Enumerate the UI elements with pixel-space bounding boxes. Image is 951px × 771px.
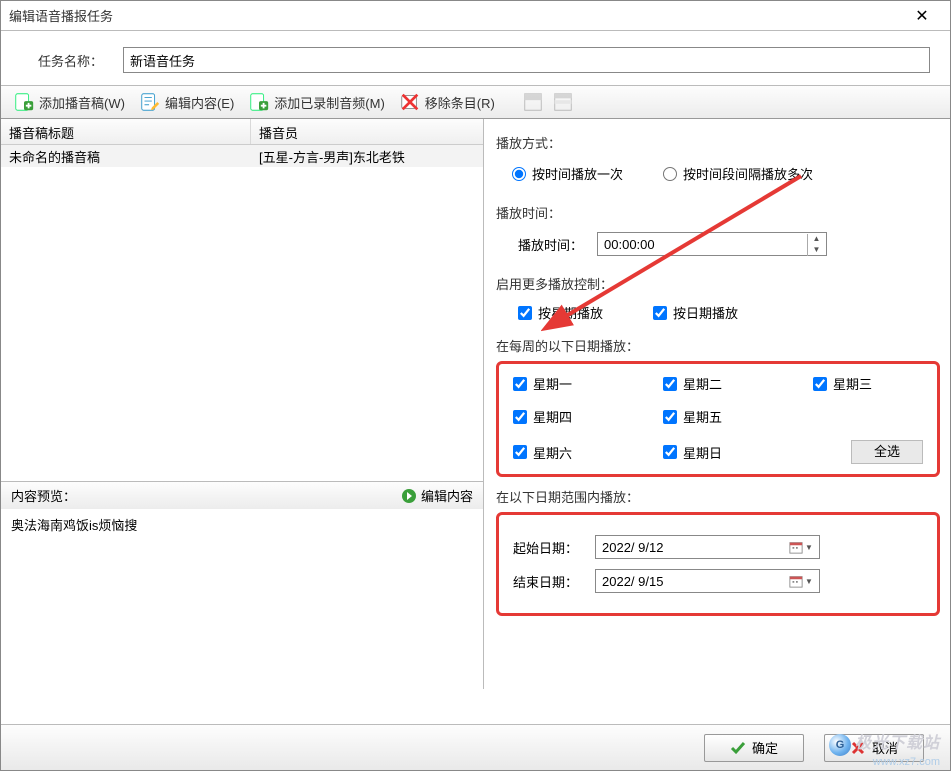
end-date-value[interactable] <box>602 574 813 589</box>
radio-repeat[interactable]: 按时间段间隔播放多次 <box>663 164 813 183</box>
preview-edit-button[interactable]: 编辑内容 <box>401 486 473 505</box>
start-date-row: 起始日期： ▼ <box>513 535 923 559</box>
chk-thu[interactable]: 星期四 <box>513 407 663 426</box>
list-header: 播音稿标题 播音员 <box>1 119 483 145</box>
play-time-value[interactable] <box>604 237 820 252</box>
chk-tue[interactable]: 星期二 <box>663 374 813 393</box>
check-icon <box>730 740 746 756</box>
watermark-logo-icon: G <box>829 734 851 756</box>
view-large-icon[interactable] <box>519 90 547 114</box>
watermark-line2: www.xz7.com <box>873 756 940 768</box>
start-date-picker[interactable]: ▼ <box>785 538 817 556</box>
left-pane: 播音稿标题 播音员 未命名的播音稿 [五星-方言-男声]东北老铁 内容预览： 编… <box>1 119 484 689</box>
toolbar: 添加播音稿(W) 编辑内容(E) 添加已录制音频(M) 移除条目(R) <box>1 85 950 119</box>
remove-icon <box>399 91 421 113</box>
chk-fri[interactable]: 星期五 <box>663 407 813 426</box>
start-date-label: 起始日期： <box>513 538 583 557</box>
spin-up-icon[interactable]: ▲ <box>808 234 825 245</box>
chevron-down-icon: ▼ <box>805 543 813 552</box>
chevron-down-icon: ▼ <box>805 577 813 586</box>
time-spinner[interactable]: ▲▼ <box>807 234 825 256</box>
middle-area: 播音稿标题 播音员 未命名的播音稿 [五星-方言-男声]东北老铁 内容预览： 编… <box>1 119 950 689</box>
remove-item-button[interactable]: 移除条目(R) <box>393 88 501 116</box>
chk-by-date-input[interactable] <box>653 306 667 320</box>
chk-by-date-label: 按日期播放 <box>673 303 738 322</box>
chk-wed[interactable]: 星期三 <box>813 374 923 393</box>
watermark-line1: 极光下载站 <box>855 735 940 752</box>
radio-once[interactable]: 按时间播放一次 <box>512 164 623 183</box>
start-date-value[interactable] <box>602 540 813 555</box>
preview-edit-label: 编辑内容 <box>421 486 473 505</box>
chk-by-date[interactable]: 按日期播放 <box>653 303 738 322</box>
edit-doc-icon <box>139 91 161 113</box>
end-date-input[interactable]: ▼ <box>595 569 820 593</box>
add-doc-icon <box>13 91 35 113</box>
right-pane: 播放方式： 按时间播放一次 按时间段间隔播放多次 播放时间： 播放时间： ▲▼ … <box>484 119 950 689</box>
play-time-input[interactable]: ▲▼ <box>597 232 827 256</box>
row-anchor: [五星-方言-男声]东北老铁 <box>251 145 483 167</box>
play-time-label: 播放时间： <box>496 203 940 222</box>
end-date-picker[interactable]: ▼ <box>785 572 817 590</box>
add-audio-icon <box>248 91 270 113</box>
radio-once-input[interactable] <box>512 167 526 181</box>
chk-by-week-label: 按星期播放 <box>538 303 603 322</box>
task-name-row: 任务名称： <box>1 31 950 85</box>
row-title: 未命名的播音稿 <box>1 145 251 167</box>
ok-button[interactable]: 确定 <box>704 734 804 762</box>
preview-header: 内容预览： 编辑内容 <box>1 481 483 509</box>
col-anchor[interactable]: 播音员 <box>251 119 483 144</box>
radio-repeat-input[interactable] <box>663 167 677 181</box>
week-label: 在每周的以下日期播放： <box>496 336 940 355</box>
spin-down-icon[interactable]: ▼ <box>808 245 825 256</box>
chk-sat[interactable]: 星期六 <box>513 443 663 462</box>
add-recorded-button[interactable]: 添加已录制音频(M) <box>242 88 391 116</box>
preview-label: 内容预览： <box>11 486 401 505</box>
more-ctrl-row: 按星期播放 按日期播放 <box>496 299 940 332</box>
arrow-right-icon <box>401 488 417 504</box>
list-body[interactable]: 未命名的播音稿 [五星-方言-男声]东北老铁 <box>1 145 483 481</box>
end-date-row: 结束日期： ▼ <box>513 569 923 593</box>
preview-body: 奥法海南鸡饭is烦恼搜 <box>1 509 483 689</box>
col-title[interactable]: 播音稿标题 <box>1 119 251 144</box>
start-date-input[interactable]: ▼ <box>595 535 820 559</box>
edit-content-button[interactable]: 编辑内容(E) <box>133 88 240 116</box>
preview-text: 奥法海南鸡饭is烦恼搜 <box>11 515 473 534</box>
end-date-label: 结束日期： <box>513 572 583 591</box>
date-range-label: 在以下日期范围内播放： <box>496 487 940 506</box>
play-time-field-label: 播放时间： <box>518 235 583 254</box>
close-icon[interactable]: ✕ <box>902 6 942 26</box>
watermark: G极光下载站 www.xz7.com <box>829 729 940 768</box>
week-box: 星期一 星期二 星期三 星期四 星期五 星期六 星期日 全选 <box>496 361 940 477</box>
play-method-label: 播放方式： <box>496 133 940 152</box>
play-time-row: 播放时间： ▲▼ <box>496 228 940 270</box>
add-script-button[interactable]: 添加播音稿(W) <box>7 88 131 116</box>
date-range-box: 起始日期： ▼ 结束日期： ▼ <box>496 512 940 616</box>
more-ctrl-label: 启用更多播放控制： <box>496 274 940 293</box>
add-recorded-label: 添加已录制音频(M) <box>274 93 385 112</box>
add-script-label: 添加播音稿(W) <box>39 93 125 112</box>
chk-by-week[interactable]: 按星期播放 <box>518 303 603 322</box>
radio-once-label: 按时间播放一次 <box>532 164 623 183</box>
remove-item-label: 移除条目(R) <box>425 93 495 112</box>
footer: 确定 取消 <box>1 724 950 770</box>
ok-label: 确定 <box>752 738 778 757</box>
window-title: 编辑语音播报任务 <box>9 6 902 25</box>
select-all-button[interactable]: 全选 <box>851 440 923 464</box>
calendar-icon <box>789 540 803 554</box>
calendar-icon <box>789 574 803 588</box>
view-list-icon[interactable] <box>549 90 577 114</box>
chk-mon[interactable]: 星期一 <box>513 374 663 393</box>
edit-content-label: 编辑内容(E) <box>165 93 234 112</box>
task-name-input[interactable] <box>123 47 930 73</box>
chk-sun[interactable]: 星期日 <box>663 443 813 462</box>
titlebar: 编辑语音播报任务 ✕ <box>1 1 950 31</box>
task-name-label: 任务名称： <box>21 51 103 70</box>
list-row[interactable]: 未命名的播音稿 [五星-方言-男声]东北老铁 <box>1 145 483 167</box>
play-method-options: 按时间播放一次 按时间段间隔播放多次 <box>496 158 940 199</box>
chk-by-week-input[interactable] <box>518 306 532 320</box>
radio-repeat-label: 按时间段间隔播放多次 <box>683 164 813 183</box>
